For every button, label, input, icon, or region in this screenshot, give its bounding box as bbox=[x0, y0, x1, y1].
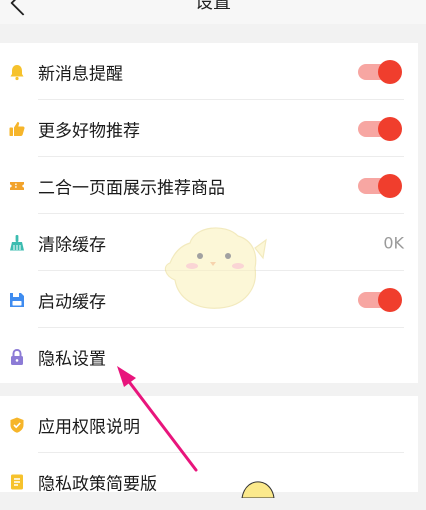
thumbs-up-icon bbox=[9, 121, 25, 136]
save-icon bbox=[10, 292, 24, 307]
setting-label: 隐私政策简要版 bbox=[38, 474, 157, 494]
setting-row-two-in-one[interactable]: 二合一页面展示推荐商品 bbox=[0, 157, 418, 214]
ticket-icon bbox=[10, 181, 24, 190]
chick-peek-decoration bbox=[241, 481, 275, 498]
chick-mascot-watermark bbox=[164, 227, 267, 309]
setting-row-more-recommend[interactable]: 更多好物推荐 bbox=[0, 100, 418, 157]
setting-row-new-message[interactable]: 新消息提醒 bbox=[0, 43, 418, 100]
setting-label: 应用权限说明 bbox=[38, 417, 140, 437]
broom-icon bbox=[10, 234, 24, 250]
shield-icon bbox=[10, 417, 24, 433]
setting-label: 更多好物推荐 bbox=[38, 121, 140, 141]
settings-card: 新消息提醒 更多好物推荐 二合一页面展示推荐商品 清除缓存 0K 启动缓存 隐私… bbox=[0, 43, 418, 383]
new-message-toggle[interactable] bbox=[358, 59, 402, 84]
two-in-one-toggle[interactable] bbox=[358, 173, 402, 198]
setting-row-privacy-policy[interactable]: 隐私政策简要版 bbox=[0, 453, 418, 510]
setting-row-privacy[interactable]: 隐私设置 bbox=[0, 328, 418, 385]
setting-label: 启动缓存 bbox=[38, 292, 106, 312]
document-icon bbox=[11, 474, 23, 489]
setting-label: 二合一页面展示推荐商品 bbox=[38, 178, 225, 198]
cache-size-value: 0K bbox=[383, 233, 404, 252]
setting-label: 清除缓存 bbox=[38, 235, 106, 255]
startup-cache-toggle[interactable] bbox=[358, 287, 402, 312]
setting-label: 隐私设置 bbox=[38, 349, 106, 369]
setting-row-app-permissions[interactable]: 应用权限说明 bbox=[0, 396, 418, 453]
more-recommend-toggle[interactable] bbox=[358, 116, 402, 141]
page-title: 设置 bbox=[195, 0, 231, 13]
header: 设置 bbox=[0, 0, 426, 24]
bell-icon bbox=[10, 64, 24, 80]
setting-label: 新消息提醒 bbox=[38, 64, 123, 84]
lock-icon bbox=[11, 348, 23, 365]
info-card: 应用权限说明 隐私政策简要版 bbox=[0, 396, 418, 494]
